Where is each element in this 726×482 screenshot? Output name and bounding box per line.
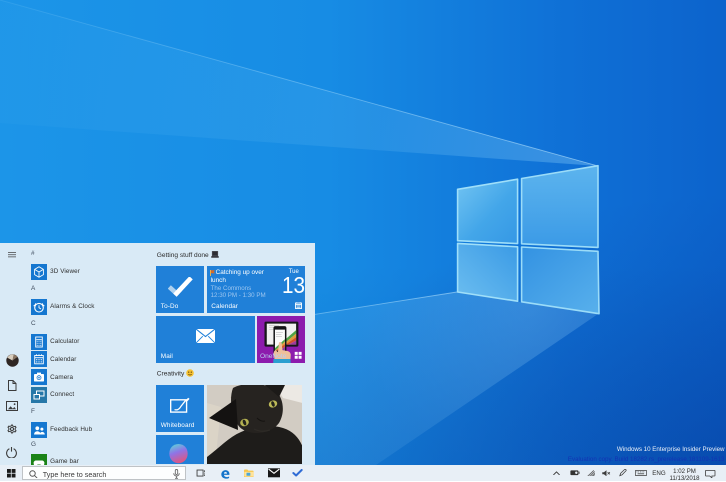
svg-text:OneNote: OneNote xyxy=(260,353,287,360)
